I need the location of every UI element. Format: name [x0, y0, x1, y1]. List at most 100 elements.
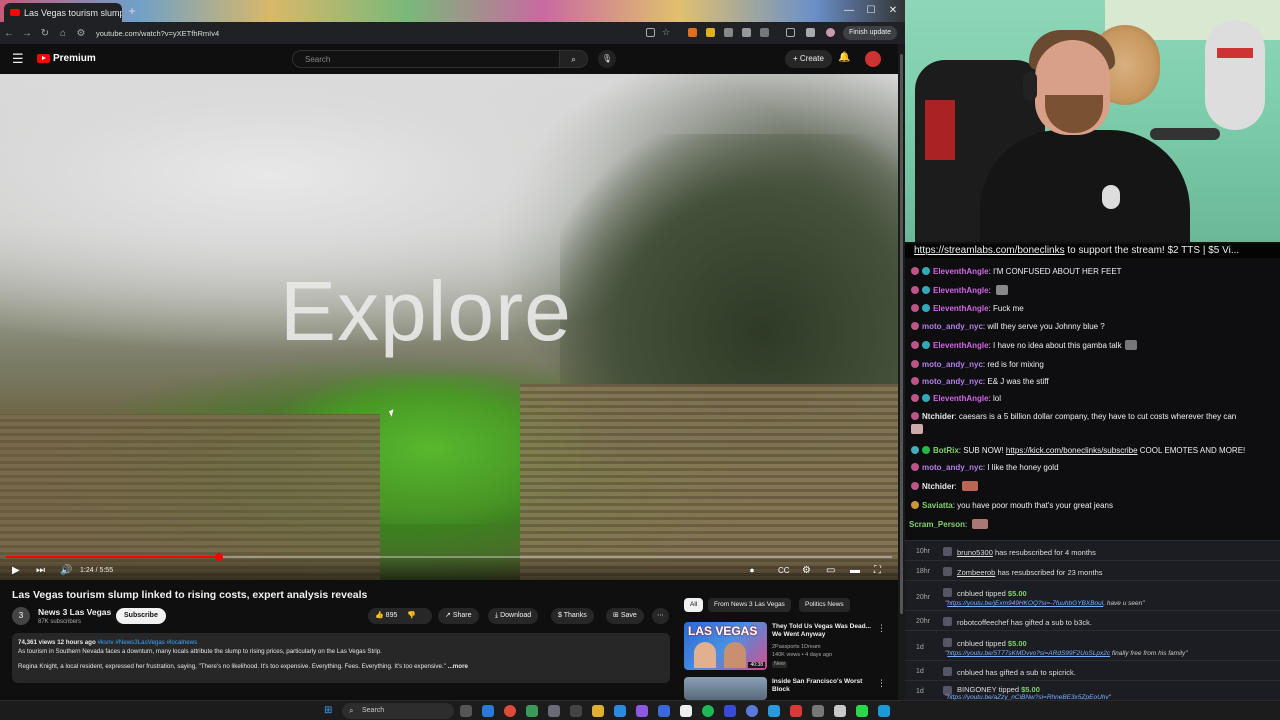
- chat-username[interactable]: BotRix: [933, 446, 959, 455]
- ticker-link[interactable]: https://streamlabs.com/boneclinks: [914, 245, 1065, 256]
- download-button[interactable]: ⤓ Download: [488, 608, 539, 624]
- taskbar-search[interactable]: ⌕ Search: [342, 703, 454, 719]
- hashtags[interactable]: #ksnv #News3LasVegas #localnews: [97, 639, 197, 646]
- chrome-icon[interactable]: [504, 705, 516, 717]
- show-more-link[interactable]: ...more: [448, 663, 468, 670]
- reload-icon[interactable]: ↻: [36, 28, 54, 39]
- event-user[interactable]: cnblued: [957, 668, 983, 677]
- finish-update-button[interactable]: Finish update: [842, 26, 897, 40]
- chat-username[interactable]: moto_andy_nyc: [922, 463, 983, 472]
- like-button[interactable]: 👍 895: [375, 612, 397, 619]
- extension-icon[interactable]: [706, 28, 715, 37]
- chip-all[interactable]: All: [684, 598, 704, 612]
- close-window-icon[interactable]: ✕: [886, 4, 900, 18]
- app-icon[interactable]: [680, 705, 692, 717]
- scrollbar-thumb[interactable]: [900, 54, 903, 614]
- windows-start-icon[interactable]: ⊞: [324, 705, 336, 717]
- sidebar-icon[interactable]: [786, 28, 795, 37]
- extensions-puzzle-icon[interactable]: [760, 28, 769, 37]
- profile-avatar-icon[interactable]: [826, 28, 835, 37]
- play-icon[interactable]: ▶: [12, 566, 20, 576]
- chat-username[interactable]: EleventhAngle: [933, 394, 989, 403]
- rec-more-icon[interactable]: ⋮: [877, 678, 886, 689]
- thanks-button[interactable]: $ Thanks: [551, 608, 594, 624]
- rec-thumbnail[interactable]: [684, 677, 767, 700]
- hamburger-menu-icon[interactable]: ☰: [12, 52, 24, 65]
- maximize-icon[interactable]: ☐: [864, 4, 878, 18]
- app-icon[interactable]: [834, 705, 846, 717]
- account-avatar[interactable]: [865, 51, 881, 67]
- app-icon[interactable]: [614, 705, 626, 717]
- app-icon[interactable]: [636, 705, 648, 717]
- app-icon[interactable]: [570, 705, 582, 717]
- description-box[interactable]: 74,361 views 12 hours ago #ksnv #News3La…: [12, 633, 670, 683]
- extension-icon[interactable]: [688, 28, 697, 37]
- extension-icon[interactable]: [724, 28, 733, 37]
- minimize-icon[interactable]: —: [842, 4, 856, 18]
- download-icon[interactable]: [806, 28, 815, 37]
- kick-icon[interactable]: [856, 705, 868, 717]
- save-button[interactable]: ⊞ Save: [606, 608, 644, 624]
- progress-bar[interactable]: [6, 553, 892, 561]
- app-icon[interactable]: [790, 705, 802, 717]
- fullscreen-icon[interactable]: ⛶: [874, 566, 881, 576]
- app-icon[interactable]: [878, 705, 890, 717]
- chat-username[interactable]: Ntchider: [922, 482, 954, 491]
- url-field[interactable]: youtube.com/watch?v=yXETfhRmIv4: [96, 29, 219, 38]
- chip-from-channel[interactable]: From News 3 Las Vegas: [708, 598, 791, 612]
- theater-mode-icon[interactable]: ▬: [850, 566, 860, 576]
- app-icon[interactable]: [724, 705, 736, 717]
- search-button[interactable]: ⌕: [560, 50, 588, 68]
- extension-icon[interactable]: [742, 28, 751, 37]
- forward-icon[interactable]: →: [18, 28, 36, 39]
- chat-username[interactable]: Scram_Person: [909, 520, 965, 529]
- task-view-icon[interactable]: [460, 705, 472, 717]
- edge-icon[interactable]: [482, 705, 494, 717]
- chat-username[interactable]: Ntchider: [922, 412, 954, 421]
- event-user[interactable]: cnblued: [957, 589, 983, 598]
- miniplayer-icon[interactable]: ▭: [826, 566, 835, 576]
- new-tab-icon[interactable]: +: [126, 5, 138, 17]
- event-user[interactable]: Zombeerob: [957, 568, 995, 577]
- event-user[interactable]: robotcoffeechef: [957, 618, 1009, 627]
- chat-username[interactable]: EleventhAngle: [933, 286, 989, 295]
- search-input[interactable]: Search: [292, 50, 560, 68]
- channel-name[interactable]: News 3 Las Vegas: [38, 607, 111, 617]
- progress-scrubber-handle[interactable]: [214, 553, 223, 561]
- chat-username[interactable]: moto_andy_nyc: [922, 377, 983, 386]
- create-button[interactable]: + Create: [785, 50, 832, 68]
- rec-title[interactable]: Inside San Francisco's Worst Block: [772, 678, 876, 694]
- thumbs-down-icon[interactable]: 👎: [407, 612, 416, 619]
- rec-thumbnail[interactable]: LAS VEGAS 40:38: [684, 622, 767, 670]
- spotify-icon[interactable]: [702, 705, 714, 717]
- chat-username[interactable]: EleventhAngle: [933, 304, 989, 313]
- video-player[interactable]: Explore ▶ ⏭ 🔊 1:24 / 5:55 ⏺ CC ⚙ ▭ ▬ ⛶: [0, 74, 898, 580]
- tip-message-link[interactable]: https://youtu.be/5T77sKMDvvo?si=ARdS99F2…: [947, 650, 1110, 657]
- channel-avatar[interactable]: 3: [12, 607, 30, 625]
- share-button[interactable]: ↗ Share: [438, 608, 479, 624]
- cast-icon[interactable]: [646, 28, 655, 37]
- chat-username[interactable]: EleventhAngle: [933, 267, 989, 276]
- more-actions-icon[interactable]: ⋯: [652, 608, 669, 624]
- tip-message-link[interactable]: https://youtu.be/jExm949HKOQ?si=-7fuuhbG…: [947, 600, 1103, 607]
- settings-gear-icon[interactable]: ⚙: [802, 566, 811, 576]
- autoplay-toggle-icon[interactable]: ⏺: [750, 566, 754, 576]
- event-user[interactable]: cnblued: [957, 639, 983, 648]
- rec-channel[interactable]: 2Passports 1Dream: [772, 644, 821, 651]
- app-icon[interactable]: [746, 705, 758, 717]
- volume-icon[interactable]: 🔊: [60, 566, 72, 576]
- notifications-bell-icon[interactable]: 🔔: [838, 52, 850, 63]
- captions-icon[interactable]: CC: [778, 566, 790, 576]
- bookmark-star-icon[interactable]: ☆: [662, 28, 671, 37]
- chip-politics-news[interactable]: Politics News: [799, 598, 850, 612]
- browser-tab[interactable]: Las Vegas tourism slump linked t ✕: [4, 3, 122, 22]
- site-info-icon[interactable]: ⚙: [72, 28, 90, 39]
- app-icon[interactable]: [812, 705, 824, 717]
- event-user[interactable]: bruno5300: [957, 548, 993, 557]
- chat-username[interactable]: EleventhAngle: [933, 341, 989, 350]
- rec-more-icon[interactable]: ⋮: [877, 623, 886, 634]
- chat-username[interactable]: moto_andy_nyc: [922, 360, 983, 369]
- chat-link[interactable]: https://kick.com/boneclinks/subscribe: [1006, 446, 1138, 455]
- app-icon[interactable]: [526, 705, 538, 717]
- file-explorer-icon[interactable]: [592, 705, 604, 717]
